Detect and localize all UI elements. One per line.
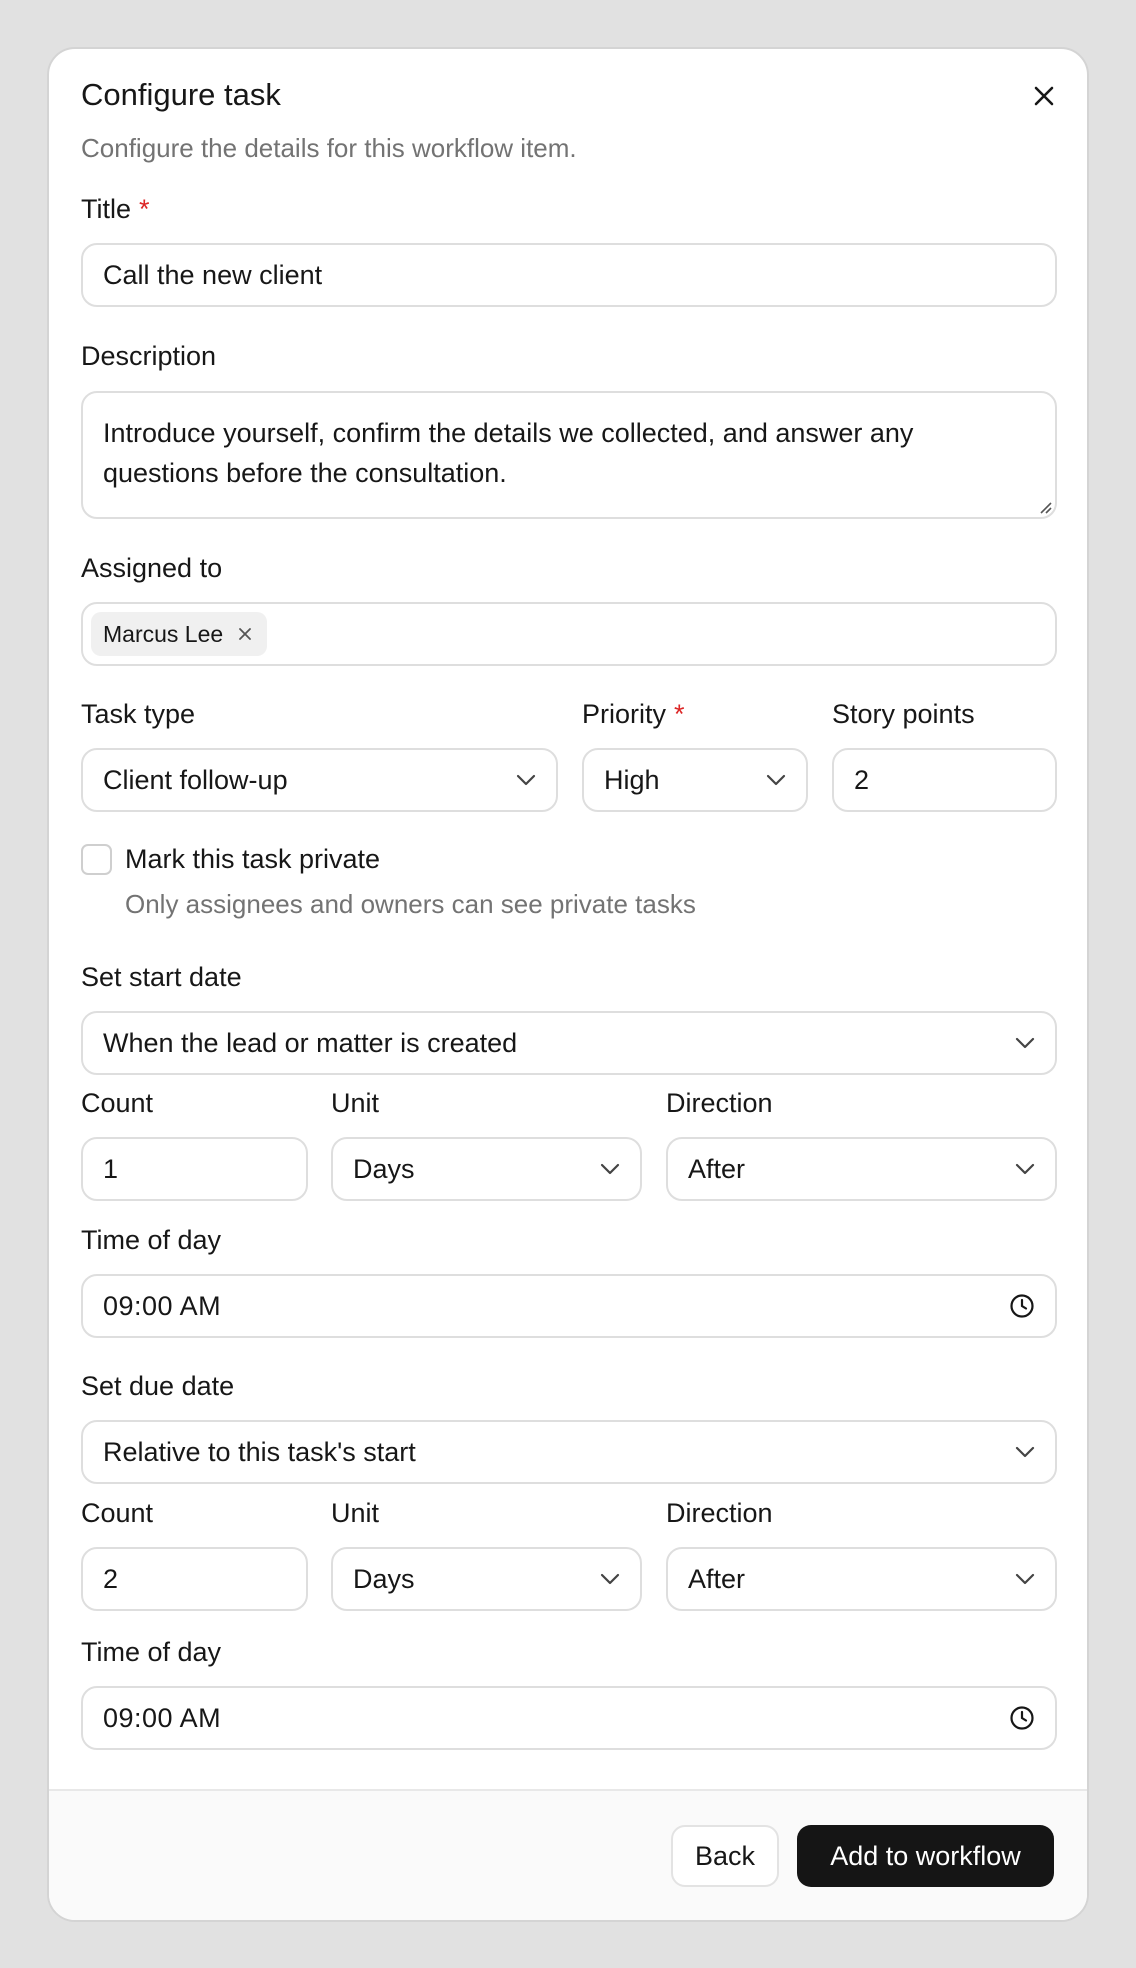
due-date-select[interactable]: Relative to this task's start	[81, 1420, 1057, 1484]
assigned-to-input[interactable]: Marcus Lee	[81, 602, 1057, 666]
description-textarea[interactable]: Introduce yourself, confirm the details …	[81, 391, 1057, 519]
story-points-value: 2	[854, 764, 870, 795]
start-direction-value: After	[688, 1153, 746, 1184]
start-date-select[interactable]: When the lead or matter is created	[81, 1011, 1057, 1075]
chevron-down-icon	[1015, 1573, 1035, 1585]
chevron-down-icon	[600, 1163, 620, 1175]
due-time-input[interactable]: 09:00 AM	[81, 1686, 1057, 1750]
due-date-label: Set due date	[81, 1371, 235, 1401]
priority-label-text: Priority	[582, 699, 667, 729]
due-unit-value: Days	[353, 1563, 415, 1594]
chevron-down-icon	[1015, 1037, 1035, 1049]
close-icon[interactable]	[1029, 81, 1059, 111]
start-unit-label: Unit	[331, 1088, 380, 1118]
title-label-text: Title	[81, 194, 132, 224]
start-direction-select[interactable]: After	[666, 1137, 1057, 1201]
start-date-value: When the lead or matter is created	[103, 1027, 518, 1058]
start-count-input[interactable]: 1	[81, 1137, 308, 1201]
story-points-label: Story points	[832, 699, 975, 729]
start-direction-label: Direction	[666, 1088, 773, 1118]
start-unit-select[interactable]: Days	[331, 1137, 642, 1201]
start-date-label: Set start date	[81, 962, 242, 992]
required-mark: *	[139, 194, 150, 224]
title-input-value: Call the new client	[103, 259, 323, 290]
required-mark: *	[674, 699, 685, 729]
remove-chip-icon[interactable]	[237, 626, 253, 642]
chevron-down-icon	[766, 774, 786, 786]
private-checkbox-label[interactable]: Mark this task private	[125, 844, 380, 875]
due-direction-label: Direction	[666, 1498, 773, 1528]
due-unit-select[interactable]: Days	[331, 1547, 642, 1611]
due-time-label: Time of day	[81, 1637, 222, 1667]
assignee-chip: Marcus Lee	[91, 612, 268, 656]
title-label: Title *	[81, 194, 150, 225]
task-type-label: Task type	[81, 699, 196, 729]
priority-value: High	[604, 764, 660, 795]
chevron-down-icon	[1015, 1446, 1035, 1458]
resize-grip-icon[interactable]	[1036, 498, 1052, 514]
due-count-value: 2	[103, 1563, 119, 1594]
back-button[interactable]: Back	[671, 1825, 779, 1887]
chevron-down-icon	[516, 774, 536, 786]
due-unit-label: Unit	[331, 1498, 380, 1528]
private-checkbox[interactable]	[81, 844, 112, 875]
task-type-select[interactable]: Client follow-up	[81, 748, 558, 812]
assignee-chip-label: Marcus Lee	[103, 620, 224, 647]
clock-icon[interactable]	[1009, 1705, 1035, 1731]
configure-task-dialog: Configure task Configure the details for…	[47, 47, 1089, 1922]
dialog-title: Configure task	[81, 77, 281, 112]
description-value: Introduce yourself, confirm the details …	[103, 418, 914, 488]
story-points-input[interactable]: 2	[832, 748, 1057, 812]
due-count-input[interactable]: 2	[81, 1547, 308, 1611]
start-count-value: 1	[103, 1153, 119, 1184]
chevron-down-icon	[1015, 1163, 1035, 1175]
start-count-label: Count	[81, 1088, 154, 1118]
title-input[interactable]: Call the new client	[81, 243, 1057, 307]
due-direction-select[interactable]: After	[666, 1547, 1057, 1611]
priority-label: Priority *	[582, 699, 685, 730]
assigned-to-label: Assigned to	[81, 553, 223, 583]
private-help-text: Only assignees and owners can see privat…	[125, 889, 696, 919]
task-type-value: Client follow-up	[103, 764, 288, 795]
start-time-label: Time of day	[81, 1225, 222, 1255]
chevron-down-icon	[600, 1573, 620, 1585]
start-time-input[interactable]: 09:00 AM	[81, 1274, 1057, 1338]
dialog-subtitle: Configure the details for this workflow …	[81, 133, 577, 163]
dialog-footer: Back Add to workflow	[49, 1789, 1087, 1920]
start-unit-value: Days	[353, 1153, 415, 1184]
clock-icon[interactable]	[1009, 1293, 1035, 1319]
description-label: Description	[81, 341, 217, 371]
due-time-value: 09:00 AM	[103, 1702, 222, 1733]
due-date-value: Relative to this task's start	[103, 1436, 416, 1467]
add-to-workflow-button[interactable]: Add to workflow	[797, 1825, 1054, 1887]
due-count-label: Count	[81, 1498, 154, 1528]
start-time-value: 09:00 AM	[103, 1290, 222, 1321]
priority-select[interactable]: High	[582, 748, 808, 812]
due-direction-value: After	[688, 1563, 746, 1594]
